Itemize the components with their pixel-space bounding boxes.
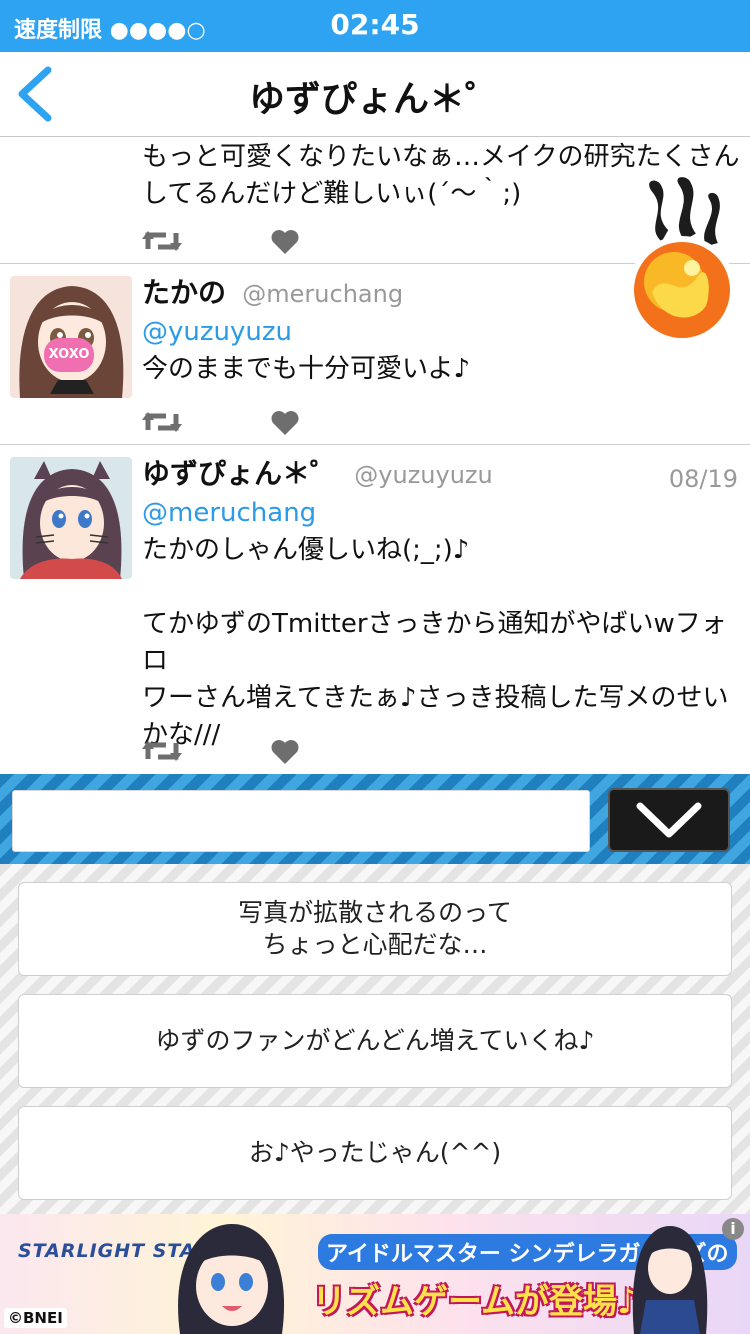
ad-copyright: ©BNEI: [4, 1308, 67, 1328]
reply-choice-button[interactable]: お♪やったじゃん(^^): [18, 1106, 732, 1200]
xoxo-heart-badge: XOXO: [44, 338, 94, 372]
avatar[interactable]: [10, 457, 132, 579]
tweet-text-line: たかのしゃん優しいね(;_;)♪: [142, 535, 470, 565]
chevron-down-icon: [636, 802, 702, 838]
ad-tagline: リズムゲームが登場♪: [312, 1282, 639, 1322]
avatar-illustration: [10, 457, 132, 579]
heart-icon[interactable]: [270, 410, 300, 436]
reply-bar: [0, 774, 750, 864]
ad-character-illustration: [178, 1224, 285, 1334]
heart-icon[interactable]: [270, 229, 300, 255]
tweet-author-name[interactable]: たかの: [142, 276, 226, 309]
reply-choice-button[interactable]: 写真が拡散されるのって ちょっと心配だな…: [18, 882, 732, 976]
status-time: 02:45: [330, 8, 420, 41]
ad-info-icon[interactable]: i: [722, 1218, 744, 1240]
tweet-author-handle[interactable]: @yuzuyuzu: [354, 461, 492, 489]
tweet-mention[interactable]: @meruchang: [142, 495, 740, 532]
tweet-body: ゆずぴょん＊゜ @yuzuyuzu 08/19 @meruchang たかのしゃ…: [142, 455, 740, 754]
choice-text-line: 写真が拡散されるのって: [238, 898, 512, 927]
reply-input[interactable]: [12, 790, 590, 852]
tweet-author-handle[interactable]: @meruchang: [242, 280, 403, 308]
avatar-illustration: [10, 276, 132, 398]
tweet-text-line: ワーさん増えてきたぁ♪さっき投稿した写メのせい: [142, 683, 729, 713]
choice-text-line: ゆずのファンがどんどん増えていくね♪: [155, 1026, 595, 1055]
choice-text-line: お♪やったじゃん(^^): [248, 1138, 502, 1167]
choice-text-line: ちょっと心配だな…: [262, 930, 488, 959]
ad-banner[interactable]: STARLIGHT STAGE アイドルマスター シンデレラガールズの リズムゲ…: [0, 1214, 750, 1334]
tweet-text-line: てかゆずのTmitterさっきから通知がやばいwフォロ: [142, 609, 727, 676]
retweet-icon[interactable]: [142, 408, 182, 436]
ad-character-illustration: [632, 1226, 708, 1334]
heart-icon[interactable]: [270, 739, 300, 765]
tweet-text-line: 今のままでも十分可愛いよ♪: [142, 354, 471, 384]
tweet-text-line: [142, 569, 740, 606]
collapse-choices-button[interactable]: [608, 788, 730, 852]
reply-choice-button[interactable]: ゆずのファンがどんどん増えていくね♪: [18, 994, 732, 1088]
tweet-item: ゆずぴょん＊゜ @yuzuyuzu 08/19 @meruchang たかのしゃ…: [0, 445, 750, 774]
flame-sticker-icon: [628, 174, 736, 344]
retweet-icon[interactable]: [142, 227, 182, 255]
tweet-date: 08/19: [668, 465, 738, 493]
nav-bar: ゆずぴょん＊゜: [0, 52, 750, 137]
retweet-icon[interactable]: [142, 737, 182, 765]
tweet-text-line: もっと可愛くなりたいなぁ…メイクの研究たくさん: [142, 142, 740, 172]
avatar[interactable]: XOXO: [10, 276, 132, 398]
page-title: ゆずぴょん＊゜: [248, 79, 501, 120]
status-bar: 速度制限 ●●●●○ 02:45: [0, 0, 750, 52]
tweet-author-name[interactable]: ゆずぴょん＊゜: [142, 457, 338, 490]
reply-choices: 写真が拡散されるのって ちょっと心配だな… ゆずのファンがどんどん増えていくね♪…: [0, 864, 750, 1214]
